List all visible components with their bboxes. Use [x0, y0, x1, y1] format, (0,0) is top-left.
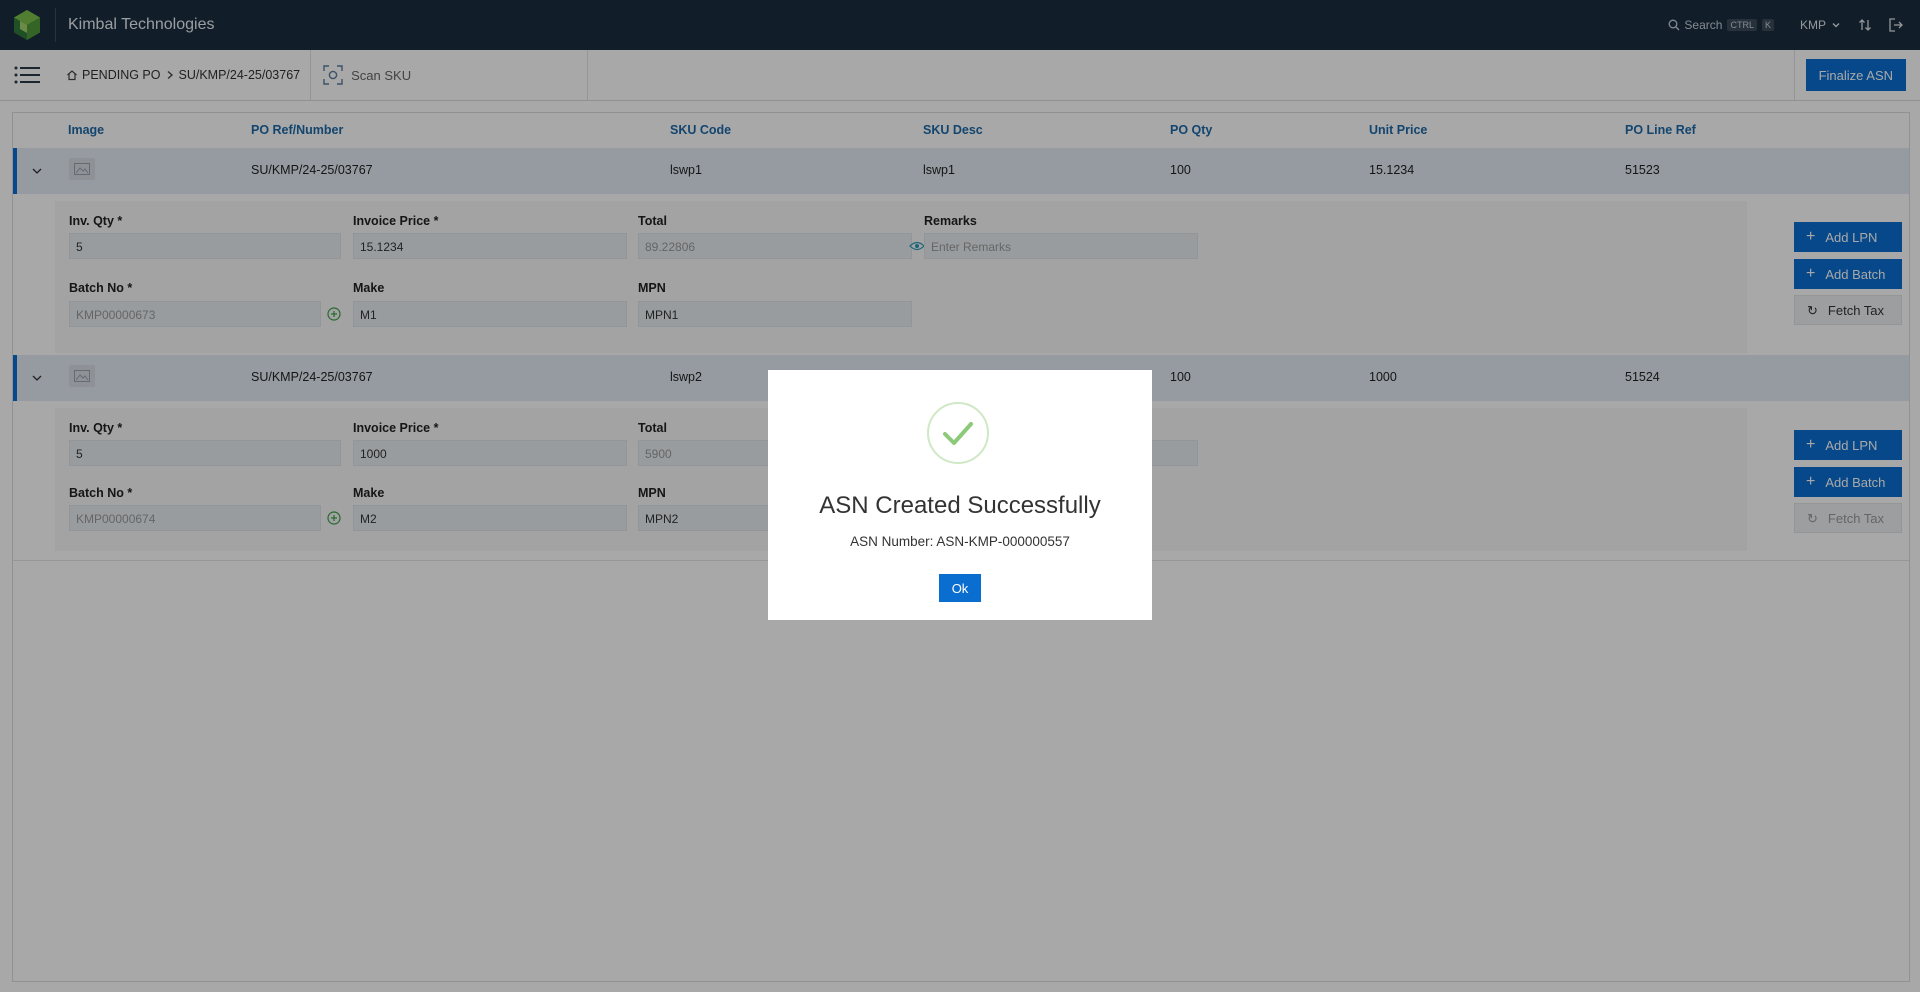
success-check-icon	[927, 402, 989, 464]
success-dialog: ASN Created Successfully ASN Number: ASN…	[768, 370, 1152, 620]
ok-button[interactable]: Ok	[939, 574, 981, 602]
dialog-title: ASN Created Successfully	[819, 492, 1101, 519]
asn-number-message: ASN Number: ASN-KMP-000000557	[850, 534, 1070, 549]
